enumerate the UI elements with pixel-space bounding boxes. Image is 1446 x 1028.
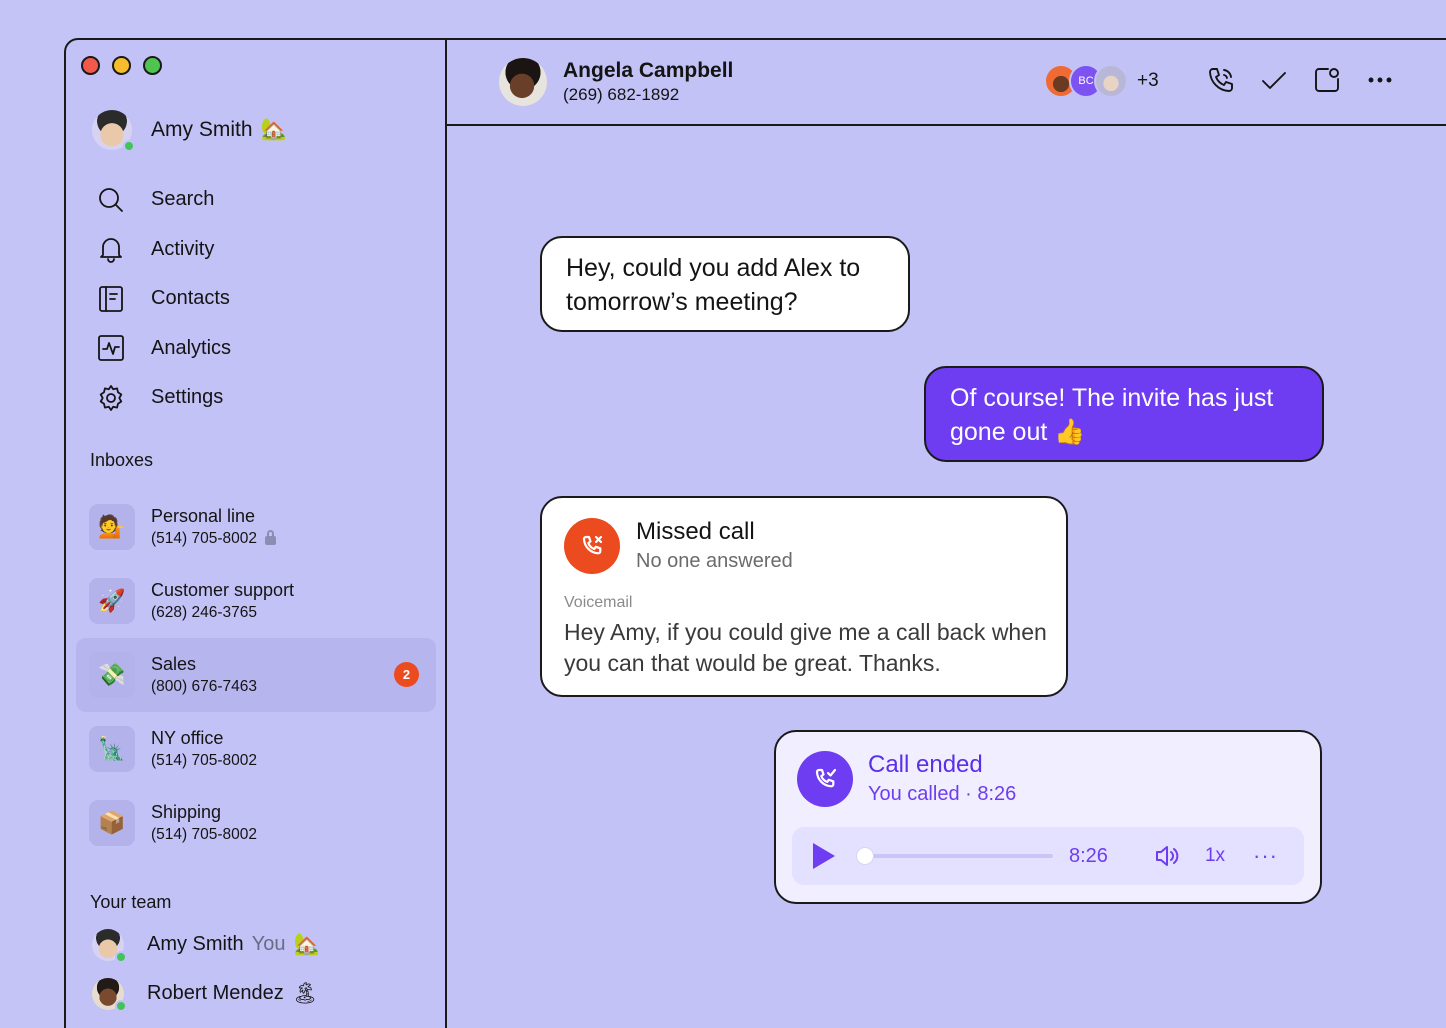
analytics-icon <box>98 335 124 362</box>
participant-avatar <box>1094 64 1128 98</box>
close-window-button[interactable] <box>81 56 100 75</box>
lock-icon <box>265 530 276 545</box>
status-emoji: 🏡 <box>260 118 287 141</box>
call-ended-card: Call ended You called · 8:26 8:26 1x ··· <box>774 730 1322 904</box>
inbox-item-sales[interactable]: 💸 Sales (800) 676-7463 2 <box>76 638 436 712</box>
inbox-number: (628) 246-3765 <box>151 603 257 621</box>
nav-item-label: Activity <box>151 237 215 260</box>
player-more-options-button[interactable]: ··· <box>1253 845 1278 867</box>
team-heading: Your team <box>90 892 172 912</box>
app-window: Amy Smith 🏡 Search Activity Contacts Ana… <box>64 38 1446 1028</box>
minimize-window-button[interactable] <box>112 56 131 75</box>
inbox-list: 💁 Personal line (514) 705-8002 🚀 Custome… <box>76 490 436 860</box>
team-list: Amy Smith You 🏡 Robert Mendez 🏝 <box>92 920 422 1018</box>
participants-group[interactable]: BC +3 <box>1044 64 1159 98</box>
inbox-emoji-icon: 📦 <box>89 800 135 846</box>
inbox-number: (514) 705-8002 <box>151 751 257 769</box>
team-member-name: Robert Mendez <box>147 982 284 1004</box>
inbox-emoji-icon: 🗽 <box>89 726 135 772</box>
avatar <box>92 928 127 963</box>
team-member-robert-mendez[interactable]: Robert Mendez 🏝 <box>92 969 422 1018</box>
avatar <box>92 977 127 1012</box>
inbox-name: Shipping <box>151 801 222 822</box>
team-member-name: Amy Smith <box>147 933 244 955</box>
inbox-number: (800) 676-7463 <box>151 677 257 695</box>
missed-call-icon <box>564 518 620 574</box>
inbox-number: (514) 705-8002 <box>151 825 257 843</box>
contact-info[interactable]: Angela Campbell (269) 682-1892 <box>499 58 733 106</box>
outgoing-message: Of course! The invite has just gone out … <box>924 366 1324 462</box>
audio-player: 8:26 1x ··· <box>792 827 1304 885</box>
nav-item-settings[interactable]: Settings <box>96 373 416 423</box>
call-ended-subtitle: You called · 8:26 <box>868 783 1017 805</box>
avatar <box>92 110 135 152</box>
incoming-message: Hey, could you add Alex to tomorrow’s me… <box>540 236 910 332</box>
volume-icon[interactable] <box>1152 841 1182 871</box>
contacts-book-icon <box>99 285 123 312</box>
maximize-window-button[interactable] <box>143 56 162 75</box>
playback-scrubber[interactable] <box>856 847 874 865</box>
current-user[interactable]: Amy Smith 🏡 <box>92 110 287 152</box>
inbox-emoji-icon: 💁 <box>89 504 135 550</box>
call-ended-title: Call ended <box>868 751 983 778</box>
checkmark-icon[interactable] <box>1258 64 1290 96</box>
nav-item-label: Contacts <box>151 287 230 310</box>
inbox-item-shipping[interactable]: 📦 Shipping (514) 705-8002 <box>76 786 436 860</box>
inbox-item-ny-office[interactable]: 🗽 NY office (514) 705-8002 <box>76 712 436 786</box>
playback-duration: 8:26 <box>1069 844 1108 867</box>
status-emoji: 🏝 <box>291 981 319 1005</box>
play-button[interactable] <box>813 843 835 869</box>
sidebar-panel-icon[interactable] <box>1311 64 1343 96</box>
conversation-panel: Angela Campbell (269) 682-1892 BC +3 Hey… <box>447 40 1446 1028</box>
nav-item-search[interactable]: Search <box>96 175 416 225</box>
playback-speed-button[interactable]: 1x <box>1205 845 1225 867</box>
inbox-name: NY office <box>151 727 224 748</box>
contact-name: Angela Campbell <box>563 59 734 82</box>
nav-item-analytics[interactable]: Analytics <box>96 324 416 374</box>
more-options-icon[interactable] <box>1364 64 1396 96</box>
nav-item-label: Settings <box>151 386 224 409</box>
contact-avatar <box>499 58 547 106</box>
sidebar: Amy Smith 🏡 Search Activity Contacts Ana… <box>66 40 447 1028</box>
gear-icon <box>99 384 123 411</box>
inboxes-heading: Inboxes <box>90 450 154 470</box>
inbox-emoji-icon: 💸 <box>89 652 135 698</box>
search-icon <box>99 187 123 212</box>
team-member-amy-smith[interactable]: Amy Smith You 🏡 <box>92 920 422 969</box>
header-actions <box>1205 64 1396 96</box>
contact-phone: (269) 682-1892 <box>563 85 680 104</box>
inbox-item-personal-line[interactable]: 💁 Personal line (514) 705-8002 <box>76 490 436 564</box>
missed-call-subtitle: No one answered <box>636 550 793 572</box>
bell-icon <box>100 238 122 264</box>
inbox-name: Personal line <box>151 505 256 526</box>
more-participants-count: +3 <box>1137 70 1159 91</box>
inbox-item-customer-support[interactable]: 🚀 Customer support (628) 246-3765 <box>76 564 436 638</box>
window-controls <box>81 56 162 75</box>
status-emoji: 🏡 <box>293 932 320 956</box>
unread-count-badge: 2 <box>394 662 419 687</box>
you-label: You <box>251 933 286 955</box>
inbox-emoji-icon: 🚀 <box>89 578 135 624</box>
nav-item-label: Analytics <box>151 336 232 359</box>
nav-item-label: Search <box>151 188 215 211</box>
playback-progress-track[interactable] <box>856 847 1053 865</box>
inbox-number: (514) 705-8002 <box>151 529 257 547</box>
online-status-indicator <box>115 950 127 963</box>
current-user-name: Amy Smith <box>151 118 253 141</box>
conversation-header: Angela Campbell (269) 682-1892 BC +3 <box>447 40 1446 126</box>
phone-call-icon[interactable] <box>1205 64 1237 96</box>
nav-item-contacts[interactable]: Contacts <box>96 274 416 324</box>
nav-item-activity[interactable]: Activity <box>96 225 416 275</box>
missed-call-card: Missed call No one answered Voicemail He… <box>540 496 1068 697</box>
missed-call-title: Missed call <box>636 518 755 545</box>
voicemail-label: Voicemail <box>564 594 633 611</box>
inbox-name: Sales <box>151 653 197 674</box>
online-status-indicator <box>115 999 127 1012</box>
main-nav: Search Activity Contacts Analytics Setti… <box>96 175 416 423</box>
inbox-name: Customer support <box>151 579 295 600</box>
voicemail-transcript: Hey Amy, if you could give me a call bac… <box>564 619 1047 676</box>
call-ended-icon <box>797 751 853 807</box>
online-status-indicator <box>123 140 135 152</box>
